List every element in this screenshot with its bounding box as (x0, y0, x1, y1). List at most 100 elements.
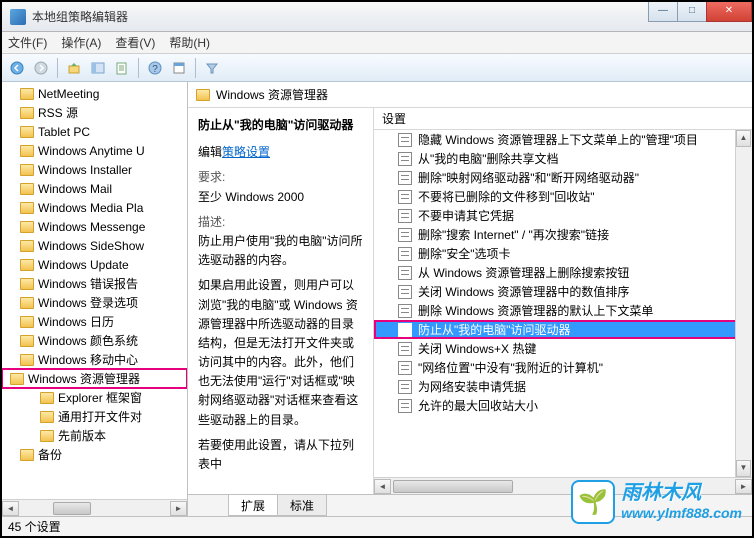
policy-icon (398, 399, 412, 413)
tree-item-label: Windows Update (38, 258, 129, 272)
tree-item[interactable]: Windows 日历 (2, 312, 187, 331)
folder-icon (20, 164, 34, 176)
scroll-right-arrow[interactable]: ► (170, 501, 187, 516)
tab-extended[interactable]: 扩展 (228, 495, 278, 516)
forward-button[interactable] (30, 57, 52, 79)
maximize-button[interactable]: □ (677, 2, 707, 22)
tree-item[interactable]: Windows Mail (2, 179, 187, 198)
settings-item[interactable]: 允许的最大回收站大小 (374, 396, 752, 415)
folder-icon (40, 392, 54, 404)
policy-icon (398, 266, 412, 280)
scroll-thumb[interactable] (53, 502, 91, 515)
settings-column-header[interactable]: 设置 (374, 108, 752, 130)
menu-file[interactable]: 文件(F) (8, 34, 47, 51)
tree-item[interactable]: Windows SideShow (2, 236, 187, 255)
tab-standard[interactable]: 标准 (277, 495, 327, 516)
statusbar: 45 个设置 (2, 516, 752, 536)
tree-item[interactable]: Windows 颜色系统 (2, 331, 187, 350)
tree-item[interactable]: Explorer 框架窗 (2, 388, 187, 407)
tree-item[interactable]: Windows Messenge (2, 217, 187, 236)
folder-icon (20, 221, 34, 233)
settings-horizontal-scrollbar[interactable]: ◄ ► (374, 477, 752, 494)
settings-item-label: 不要将已删除的文件移到"回收站" (418, 188, 595, 205)
menu-help[interactable]: 帮助(H) (169, 34, 210, 51)
settings-item[interactable]: 关闭 Windows+X 热键 (374, 339, 752, 358)
close-button[interactable]: ✕ (706, 2, 752, 22)
description-label: 描述: (198, 213, 363, 232)
settings-item[interactable]: "网络位置"中没有"我附近的计算机" (374, 358, 752, 377)
edit-policy-link[interactable]: 策略设置 (222, 145, 270, 159)
policy-heading: 防止从"我的电脑"访问驱动器 (198, 116, 363, 135)
breadcrumb-label: Windows 资源管理器 (216, 86, 328, 103)
svg-text:?: ? (152, 64, 158, 75)
tree-item-label: Windows Messenge (38, 220, 145, 234)
folder-icon (20, 107, 34, 119)
policy-icon (398, 342, 412, 356)
tree-item[interactable]: Windows Anytime U (2, 141, 187, 160)
settings-vertical-scrollbar[interactable]: ▲ ▼ (735, 130, 752, 477)
settings-item-label: 从 Windows 资源管理器上删除搜索按钮 (418, 264, 629, 281)
folder-icon (20, 240, 34, 252)
settings-item[interactable]: 删除 Windows 资源管理器的默认上下文菜单 (374, 301, 752, 320)
back-button[interactable] (6, 57, 28, 79)
show-hide-tree-button[interactable] (87, 57, 109, 79)
scroll-left-arrow[interactable]: ◄ (374, 479, 391, 494)
settings-item[interactable]: 不要将已删除的文件移到"回收站" (374, 187, 752, 206)
policy-icon (398, 247, 412, 261)
policy-icon (398, 304, 412, 318)
settings-item-label: 为网络安装申请凭据 (418, 378, 526, 395)
settings-item-label: 删除"搜索 Internet" / "再次搜索"链接 (418, 226, 609, 243)
menu-view[interactable]: 查看(V) (115, 34, 155, 51)
settings-item-label: 删除"安全"选项卡 (418, 245, 511, 262)
scroll-left-arrow[interactable]: ◄ (2, 501, 19, 516)
settings-item[interactable]: 删除"安全"选项卡 (374, 244, 752, 263)
tree-item[interactable]: Windows 资源管理器 (2, 369, 187, 388)
tree-item[interactable]: RSS 源 (2, 103, 187, 122)
policy-icon (398, 190, 412, 204)
properties-button[interactable] (168, 57, 190, 79)
scroll-down-arrow[interactable]: ▼ (736, 460, 751, 477)
toolbar-separator (138, 58, 139, 78)
folder-icon (40, 411, 54, 423)
folder-icon (10, 373, 24, 385)
settings-item-label: "网络位置"中没有"我附近的计算机" (418, 359, 603, 376)
settings-item[interactable]: 为网络安装申请凭据 (374, 377, 752, 396)
settings-item[interactable]: 关闭 Windows 资源管理器中的数值排序 (374, 282, 752, 301)
tree-item[interactable]: Windows Installer (2, 160, 187, 179)
settings-item[interactable]: 不要申请其它凭据 (374, 206, 752, 225)
minimize-button[interactable]: — (648, 2, 678, 22)
help-button[interactable]: ? (144, 57, 166, 79)
up-button[interactable] (63, 57, 85, 79)
tree-item[interactable]: Windows Update (2, 255, 187, 274)
settings-item[interactable]: 从 Windows 资源管理器上删除搜索按钮 (374, 263, 752, 282)
export-list-button[interactable] (111, 57, 133, 79)
tree-list[interactable]: NetMeeting RSS 源Tablet PCWindows Anytime … (2, 82, 187, 464)
tree-item[interactable]: 先前版本 (2, 426, 187, 445)
scroll-thumb[interactable] (393, 480, 513, 493)
settings-item[interactable]: 删除"搜索 Internet" / "再次搜索"链接 (374, 225, 752, 244)
settings-item[interactable]: 防止从"我的电脑"访问驱动器 (374, 320, 752, 339)
tree-item[interactable]: Windows 移动中心 (2, 350, 187, 369)
policy-icon (398, 209, 412, 223)
tree-item[interactable]: Windows 登录选项 (2, 293, 187, 312)
settings-list[interactable]: 隐藏 Windows 资源管理器上下文菜单上的"管理"项目从"我的电脑"删除共享… (374, 130, 752, 477)
tree-item[interactable]: Windows 错误报告 (2, 274, 187, 293)
scroll-up-arrow[interactable]: ▲ (736, 130, 751, 147)
tree-item[interactable]: Windows Media Pla (2, 198, 187, 217)
settings-item[interactable]: 从"我的电脑"删除共享文档 (374, 149, 752, 168)
menu-action[interactable]: 操作(A) (61, 34, 101, 51)
folder-icon (20, 316, 34, 328)
settings-item[interactable]: 删除"映射网络驱动器"和"断开网络驱动器" (374, 168, 752, 187)
tree-item-label: Windows 移动中心 (38, 351, 138, 368)
tree-item[interactable]: Tablet PC (2, 122, 187, 141)
view-tabs: 扩展 标准 (188, 494, 752, 516)
tree-item-label: NetMeeting (38, 87, 99, 101)
tree-item[interactable]: 通用打开文件对 (2, 407, 187, 426)
filter-button[interactable] (201, 57, 223, 79)
folder-icon (20, 335, 34, 347)
settings-item[interactable]: 隐藏 Windows 资源管理器上下文菜单上的"管理"项目 (374, 130, 752, 149)
scroll-right-arrow[interactable]: ► (735, 479, 752, 494)
tree-horizontal-scrollbar[interactable]: ◄ ► (2, 499, 187, 516)
tree-item[interactable]: 备份 (2, 445, 187, 464)
tree-item[interactable]: NetMeeting (2, 84, 187, 103)
